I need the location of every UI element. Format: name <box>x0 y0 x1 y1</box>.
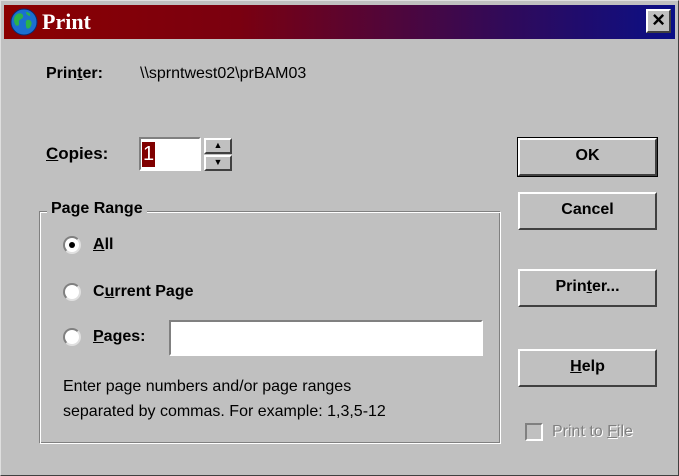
print-to-file-label: Print to File <box>552 423 633 440</box>
help-button[interactable]: Help <box>518 349 657 387</box>
copies-stepper[interactable]: ▲ ▼ <box>204 138 232 171</box>
copies-value: 1 <box>142 142 155 167</box>
radio-all-label[interactable]: All <box>93 236 113 254</box>
copies-input[interactable]: 1 <box>139 137 201 171</box>
close-button[interactable]: × <box>646 9 671 33</box>
window-title: Print <box>42 9 91 34</box>
print-to-file-checkbox[interactable] <box>525 423 543 441</box>
radio-pages[interactable] <box>63 328 81 346</box>
pages-input[interactable] <box>169 320 483 356</box>
radio-current-page-label[interactable]: Current Page <box>93 283 193 301</box>
cancel-button[interactable]: Cancel <box>518 192 657 230</box>
hint-line-2: separated by commas. For example: 1,3,5-… <box>63 403 386 420</box>
title-bar[interactable]: Print × <box>4 5 675 39</box>
copies-label: Copies: <box>46 144 109 163</box>
printer-label: Printer: <box>46 65 103 82</box>
radio-selected-dot <box>69 242 75 248</box>
radio-all[interactable] <box>63 236 81 254</box>
globe-icon <box>10 8 38 36</box>
printer-button[interactable]: Printer... <box>518 269 657 307</box>
hint-line-1: Enter page numbers and/or page ranges <box>63 378 352 395</box>
print-dialog: Print × Printer: \\sprntwest02\prBAM03 C… <box>0 0 679 476</box>
copies-up-button[interactable]: ▲ <box>204 138 232 154</box>
page-range-title: Page Range <box>47 200 147 218</box>
copies-down-button[interactable]: ▼ <box>204 155 232 171</box>
radio-pages-label[interactable]: Pages: <box>93 328 145 346</box>
radio-current-page[interactable] <box>63 283 81 301</box>
ok-button[interactable]: OK <box>517 137 658 177</box>
printer-name: \\sprntwest02\prBAM03 <box>140 65 307 82</box>
